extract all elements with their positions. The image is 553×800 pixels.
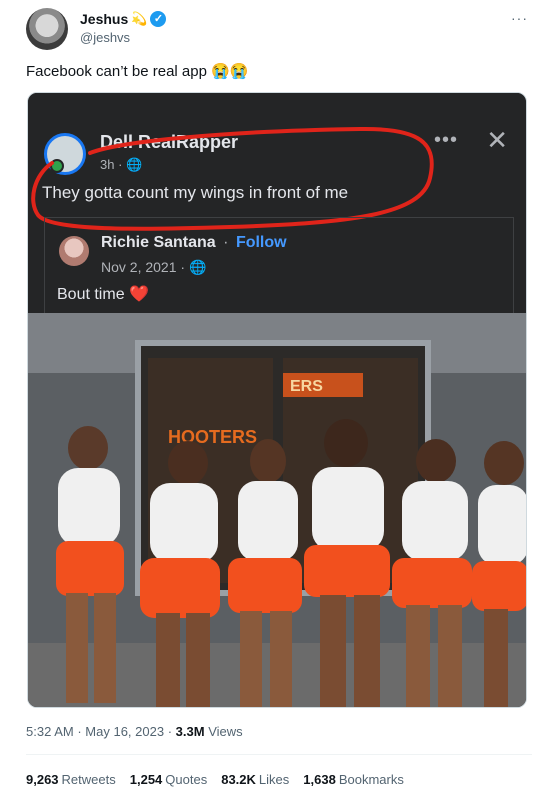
bookmarks-stat[interactable]: 1,638 Bookmarks bbox=[303, 772, 404, 787]
shared-post-caption: Bout time bbox=[57, 286, 125, 303]
separator: · bbox=[77, 724, 82, 739]
verified-badge-icon: ✓ bbox=[150, 11, 167, 27]
shared-poster-avatar bbox=[59, 236, 89, 266]
views-label: Views bbox=[208, 724, 243, 739]
fb-poster-avatar bbox=[44, 133, 86, 175]
photo-sign-ers: ERS bbox=[290, 378, 323, 395]
tweet-time[interactable]: 5:32 AM bbox=[26, 724, 74, 739]
quotes-count: 1,254 bbox=[129, 772, 163, 787]
bookmarks-count: 1,638 bbox=[303, 772, 336, 787]
separator: · bbox=[167, 724, 173, 739]
likes-stat[interactable]: 83.2K Likes bbox=[221, 772, 289, 787]
group-photo: ERS HOOTERS bbox=[28, 313, 526, 707]
views-count: 3.3M bbox=[175, 724, 205, 739]
retweets-label: Retweets bbox=[61, 772, 116, 787]
tweet-header: Jeshus 💫 ✓ @jeshvs ··· bbox=[26, 8, 532, 52]
quotes-label: Quotes bbox=[165, 772, 208, 787]
retweets-stat[interactable]: 9,263 Retweets bbox=[26, 772, 116, 787]
shared-poster-row: Richie Santana · Follow bbox=[101, 234, 287, 252]
tweet-text: Facebook can’t be real app 😭😭 bbox=[26, 63, 249, 80]
author-name-row[interactable]: Jeshus 💫 ✓ bbox=[80, 11, 167, 27]
author-handle[interactable]: @jeshvs bbox=[80, 30, 130, 45]
tweet-timestamp-row: 5:32 AM · May 16, 2023 · 3.3M Views bbox=[26, 724, 243, 739]
bookmarks-label: Bookmarks bbox=[338, 772, 404, 787]
retweets-count: 9,263 bbox=[26, 772, 59, 787]
author-display-name[interactable]: Jeshus bbox=[80, 11, 128, 27]
follow-link: Follow bbox=[235, 234, 287, 251]
fb-poster-name: Dell RealRapper bbox=[100, 132, 239, 152]
likes-label: Likes bbox=[258, 772, 290, 787]
fb-more-icon: ••• bbox=[433, 129, 458, 151]
engagement-stats: 9,263 Retweets 1,254 Quotes 83.2K Likes 1,6… bbox=[26, 772, 404, 787]
shared-poster-name: Richie Santana bbox=[101, 234, 216, 251]
fb-post-header: Dell RealRapper 3h · 🌐 ••• ✕ They gotta … bbox=[28, 93, 526, 317]
fb-post-time: 3h · 🌐 bbox=[100, 157, 143, 172]
likes-count: 83.2K bbox=[221, 772, 256, 787]
fb-close-icon: ✕ bbox=[486, 125, 508, 155]
separator: · bbox=[223, 234, 229, 251]
fb-post-text: They gotta count my wings in front of me bbox=[42, 183, 349, 202]
dizzy-emoji-icon: 💫 bbox=[131, 11, 148, 26]
divider bbox=[26, 754, 532, 755]
quotes-stat[interactable]: 1,254 Quotes bbox=[130, 772, 207, 787]
shared-post-text: Bout time ❤️ bbox=[57, 284, 149, 304]
heart-icon: ❤️ bbox=[129, 286, 149, 303]
shared-post-date: Nov 2, 2021 · 🌐 bbox=[101, 259, 207, 275]
embedded-facebook-screenshot[interactable]: Dell RealRapper 3h · 🌐 ••• ✕ They gotta … bbox=[27, 92, 527, 708]
more-options-icon[interactable]: ··· bbox=[511, 10, 528, 26]
group-photo-illustration: ERS HOOTERS bbox=[28, 313, 526, 707]
tweet-date[interactable]: May 16, 2023 bbox=[85, 724, 164, 739]
avatar[interactable] bbox=[26, 8, 68, 50]
fb-shared-post: Richie Santana · Follow Nov 2, 2021 · 🌐 … bbox=[44, 217, 514, 317]
